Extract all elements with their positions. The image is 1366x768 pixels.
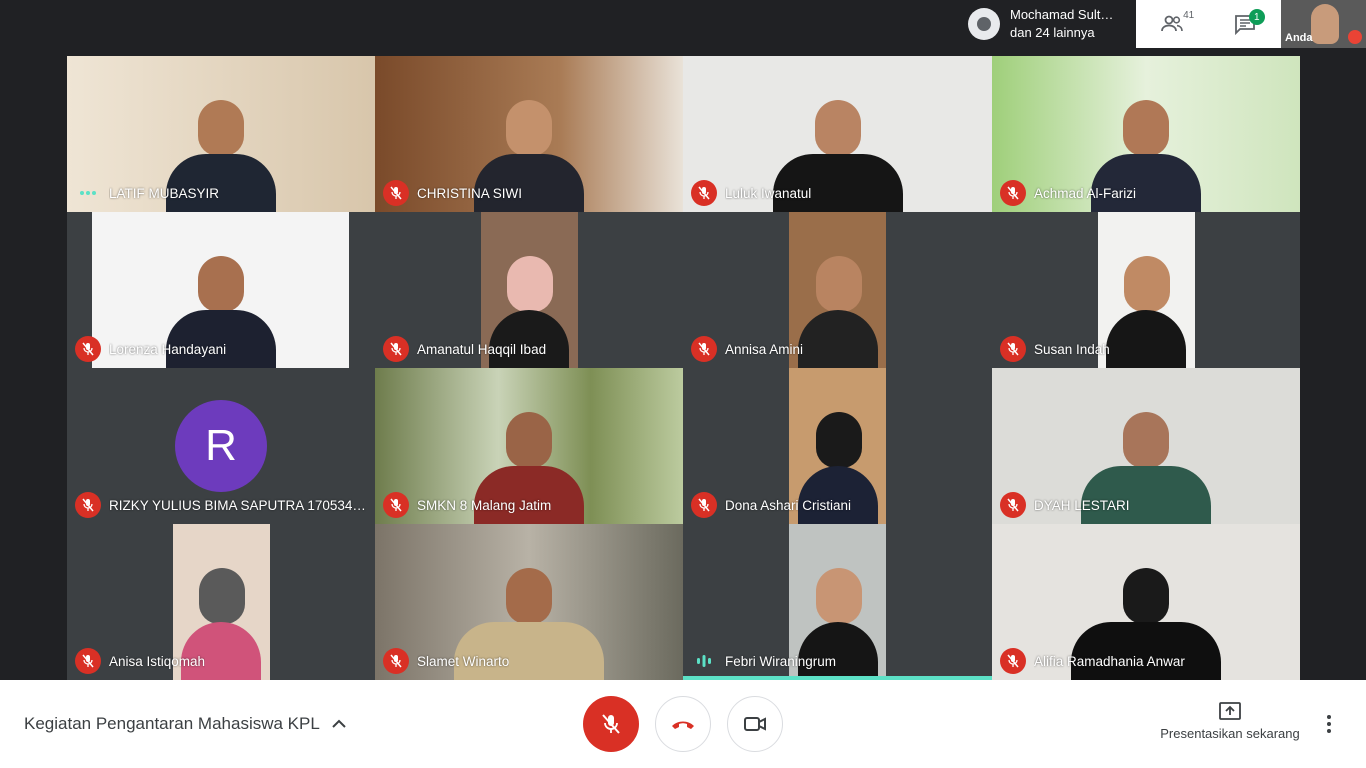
participant-tile[interactable]: LATIF MUBASYIR — [67, 56, 375, 212]
participant-name: Achmad Al-Farizi — [1034, 185, 1137, 201]
participant-name: Annisa Amini — [725, 341, 804, 357]
mic-off-icon — [1000, 336, 1026, 362]
participants-button[interactable]: 41 — [1152, 4, 1195, 44]
mic-off-icon — [691, 336, 717, 362]
mic-off-icon — [691, 492, 717, 518]
people-icon — [1161, 15, 1184, 32]
video-camera-icon — [744, 717, 766, 731]
present-now-button[interactable]: Presentasikan sekarang — [1150, 702, 1310, 741]
participant-name: DYAH LESTARI — [1034, 497, 1130, 513]
participant-tile[interactable]: Achmad Al-Farizi — [992, 56, 1300, 212]
participant-name: Amanatul Haqqil Ibad — [417, 341, 547, 357]
presenter-avatar — [968, 8, 1000, 40]
mic-off-icon — [383, 180, 409, 206]
phone-hangup-icon — [672, 721, 694, 729]
presenter-others: dan 24 lainnya — [1010, 25, 1095, 40]
participant-name: Alifia Ramadhania Anwar — [1034, 653, 1185, 669]
present-screen-icon — [1219, 702, 1241, 720]
participant-name: Slamet Winarto — [417, 653, 510, 669]
mic-off-icon — [383, 336, 409, 362]
participant-tile[interactable]: Amanatul Haqqil Ibad — [375, 212, 683, 368]
participant-name: Luluk Iwanatul — [725, 185, 812, 201]
participant-tile[interactable]: Luluk Iwanatul — [683, 56, 992, 212]
mic-off-icon — [1000, 648, 1026, 674]
participant-tile[interactable]: R RIZKY YULIUS BIMA SAPUTRA 1705346… — [67, 368, 375, 524]
participant-name: Dona Ashari Cristiani — [725, 497, 852, 513]
participant-tile[interactable]: Lorenza Handayani — [67, 212, 375, 368]
participants-count: 41 — [1183, 10, 1195, 21]
chevron-up-icon — [332, 719, 346, 728]
presenter-name: Mochamad Sult… — [1010, 7, 1114, 22]
participant-tile[interactable]: Dona Ashari Cristiani — [683, 368, 992, 524]
participant-tile[interactable]: DYAH LESTARI — [992, 368, 1300, 524]
speaking-icon — [691, 648, 717, 674]
participant-name: Susan Indah — [1034, 341, 1110, 357]
participant-grid: LATIF MUBASYIR CHRISTINA SIWI Luluk Iwan… — [67, 56, 1300, 680]
participant-tile[interactable]: CHRISTINA SIWI — [375, 56, 683, 212]
participant-name: LATIF MUBASYIR — [109, 185, 220, 201]
participant-name: Febri Wiraningrum — [725, 653, 837, 669]
self-label: Anda — [1285, 32, 1313, 44]
mic-off-icon — [75, 648, 101, 674]
mic-off-icon — [691, 180, 717, 206]
mic-toggle-button[interactable] — [583, 696, 639, 752]
more-options-button[interactable] — [1326, 714, 1332, 739]
participant-name: Anisa Istiqomah — [109, 653, 206, 669]
meeting-title: Kegiatan Pengantaran Mahasiswa KPL — [24, 714, 320, 733]
camera-toggle-button[interactable] — [727, 696, 783, 752]
participant-name: CHRISTINA SIWI — [417, 185, 523, 201]
mic-off-icon — [602, 714, 620, 734]
participant-name: SMKN 8 Malang Jatim — [417, 497, 552, 513]
mic-off-icon — [383, 648, 409, 674]
participant-tile[interactable]: Slamet Winarto — [375, 524, 683, 680]
present-label: Presentasikan sekarang — [1160, 726, 1300, 741]
presenter-info[interactable]: Mochamad Sult… dan 24 lainnya — [960, 0, 1136, 48]
participant-tile[interactable]: SMKN 8 Malang Jatim — [375, 368, 683, 524]
participant-tile[interactable]: Annisa Amini — [683, 212, 992, 368]
participant-name: Lorenza Handayani — [109, 341, 227, 357]
bottom-bar: Kegiatan Pengantaran Mahasiswa KPL Prese… — [0, 680, 1366, 768]
participant-name: RIZKY YULIUS BIMA SAPUTRA 1705346… — [109, 497, 370, 513]
self-view[interactable]: Anda — [1281, 0, 1366, 48]
top-bar: Mochamad Sult… dan 24 lainnya 41 1 Anda — [960, 0, 1366, 48]
people-chat-box: 41 1 — [1136, 0, 1281, 48]
participant-tile[interactable]: Alifia Ramadhania Anwar — [992, 524, 1300, 680]
avatar: R — [175, 400, 267, 492]
participant-tile[interactable]: Anisa Istiqomah — [67, 524, 375, 680]
participant-tile[interactable]: Susan Indah — [992, 212, 1300, 368]
mic-off-icon — [1000, 492, 1026, 518]
speaking-dots-icon — [75, 180, 101, 206]
mic-off-icon — [383, 492, 409, 518]
mic-off-icon — [75, 336, 101, 362]
chat-badge: 1 — [1248, 9, 1265, 25]
mic-off-icon — [1000, 180, 1026, 206]
chat-button[interactable]: 1 — [1225, 4, 1265, 44]
leave-call-button[interactable] — [655, 696, 711, 752]
more-vert-icon — [1327, 715, 1331, 733]
mic-off-icon — [1348, 30, 1362, 44]
meeting-details-button[interactable]: Kegiatan Pengantaran Mahasiswa KPL — [24, 714, 346, 734]
mic-off-icon — [75, 492, 101, 518]
participant-tile[interactable]: Febri Wiraningrum — [683, 524, 992, 680]
